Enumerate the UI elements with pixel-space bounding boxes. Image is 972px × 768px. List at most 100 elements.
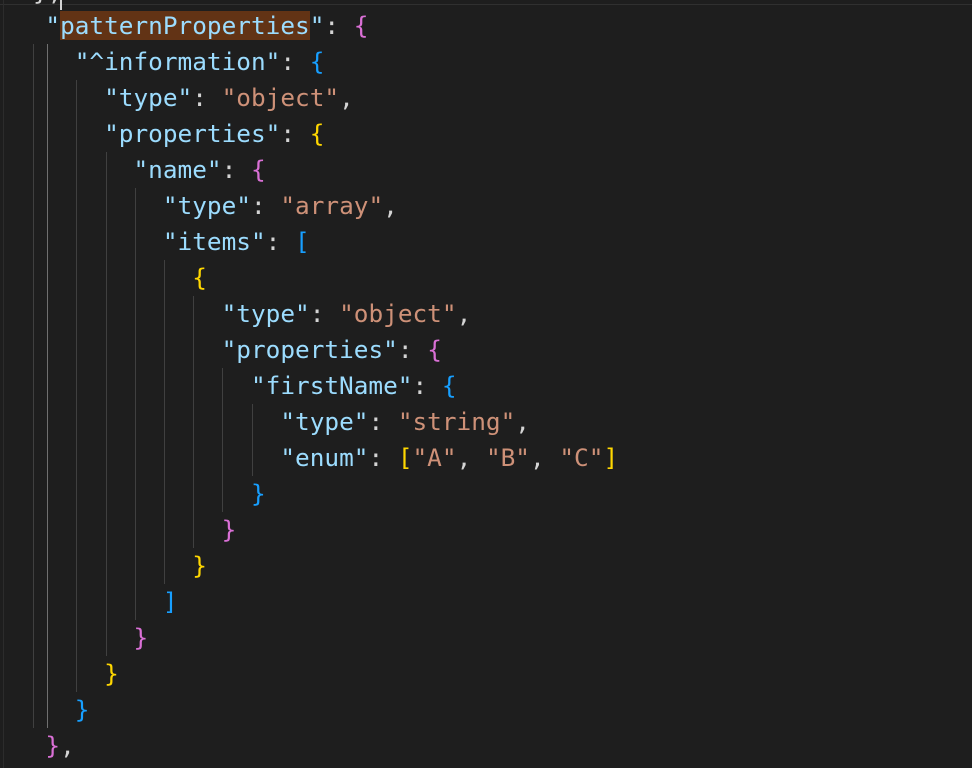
code-token: "string" [397,407,516,436]
code-line[interactable]: } [16,512,237,548]
code-token: , [530,443,560,472]
code-token: "type" [104,83,193,112]
code-line[interactable]: } [16,692,90,728]
code-token: "items" [162,227,266,256]
code-token: { [309,119,325,148]
code-token: ] [162,587,178,616]
code-token: "object" [221,83,340,112]
code-line[interactable]: "properties": { [16,332,442,368]
code-token: [ [397,443,413,472]
code-token: "firstName" [250,371,413,400]
code-line[interactable]: ] [16,584,178,620]
code-line[interactable]: } [16,656,119,692]
code-token: : [280,119,310,148]
code-token: "A" [412,443,457,472]
code-token: { [250,155,266,184]
code-token: "^information" [74,47,281,76]
code-token: "array" [280,191,384,220]
code-line[interactable]: }, [16,728,75,764]
code-token: } [133,623,149,652]
code-token: : [324,11,354,40]
code-token: } [104,659,119,688]
code-token: : [221,155,251,184]
code-token: } [45,731,61,760]
code-line[interactable]: "type": "array", [16,188,398,224]
code-token: : [368,443,398,472]
editor-gutter-edge [0,0,4,768]
code-line[interactable]: "patternProperties": { [16,8,368,44]
code-token: { [427,335,442,364]
code-token: "enum" [280,443,369,472]
code-token: { [353,11,369,40]
code-token: : [368,407,398,436]
code-token: "type" [280,407,369,436]
code-token: , [383,191,398,220]
code-token: } [250,479,266,508]
code-token: , [456,443,486,472]
code-token: "type" [162,191,251,220]
code-token: "properties" [221,335,398,364]
code-token: patternProperties [60,11,310,40]
code-token: : [309,299,340,328]
code-token: ] [603,443,619,472]
code-token: [ [295,227,310,256]
code-token: , [60,731,75,760]
code-token: { [441,371,457,400]
code-token: "type" [221,299,310,328]
code-token: } [192,551,207,580]
code-token: , [456,299,472,328]
code-token: "B" [485,443,530,472]
code-token: "object" [339,299,457,328]
code-token: : [192,83,222,112]
code-line[interactable]: "firstName": { [16,368,457,404]
code-line[interactable]: "items": [ [16,224,310,260]
code-token: : [265,227,296,256]
code-token: { [192,263,207,292]
code-line[interactable]: "properties": { [16,116,324,152]
code-line[interactable]: } [16,476,266,512]
code-token: { [309,47,325,76]
code-token: , [515,407,530,436]
code-line[interactable]: } [16,620,148,656]
code-editor[interactable]: }, "patternProperties": { "^information"… [0,0,972,768]
code-token: : [412,371,442,400]
code-token: , [339,83,354,112]
code-line[interactable]: "enum": ["A", "B", "C"] [16,440,618,476]
code-line[interactable]: } [16,548,207,584]
code-token: "name" [133,155,222,184]
code-line[interactable]: "name": { [16,152,266,188]
code-token: } [74,695,90,724]
code-token: " [309,11,325,40]
code-token: : [280,47,310,76]
code-line[interactable]: "^information": { [16,44,325,80]
code-token: } [221,515,237,544]
code-line[interactable]: "type": "object", [16,80,354,116]
code-line[interactable]: "type": "string", [16,404,530,440]
code-token: " [45,11,61,40]
code-token: "C" [559,443,604,472]
code-line[interactable]: "type": "object", [16,296,472,332]
code-line[interactable]: { [16,260,207,296]
code-token: "properties" [104,119,281,148]
